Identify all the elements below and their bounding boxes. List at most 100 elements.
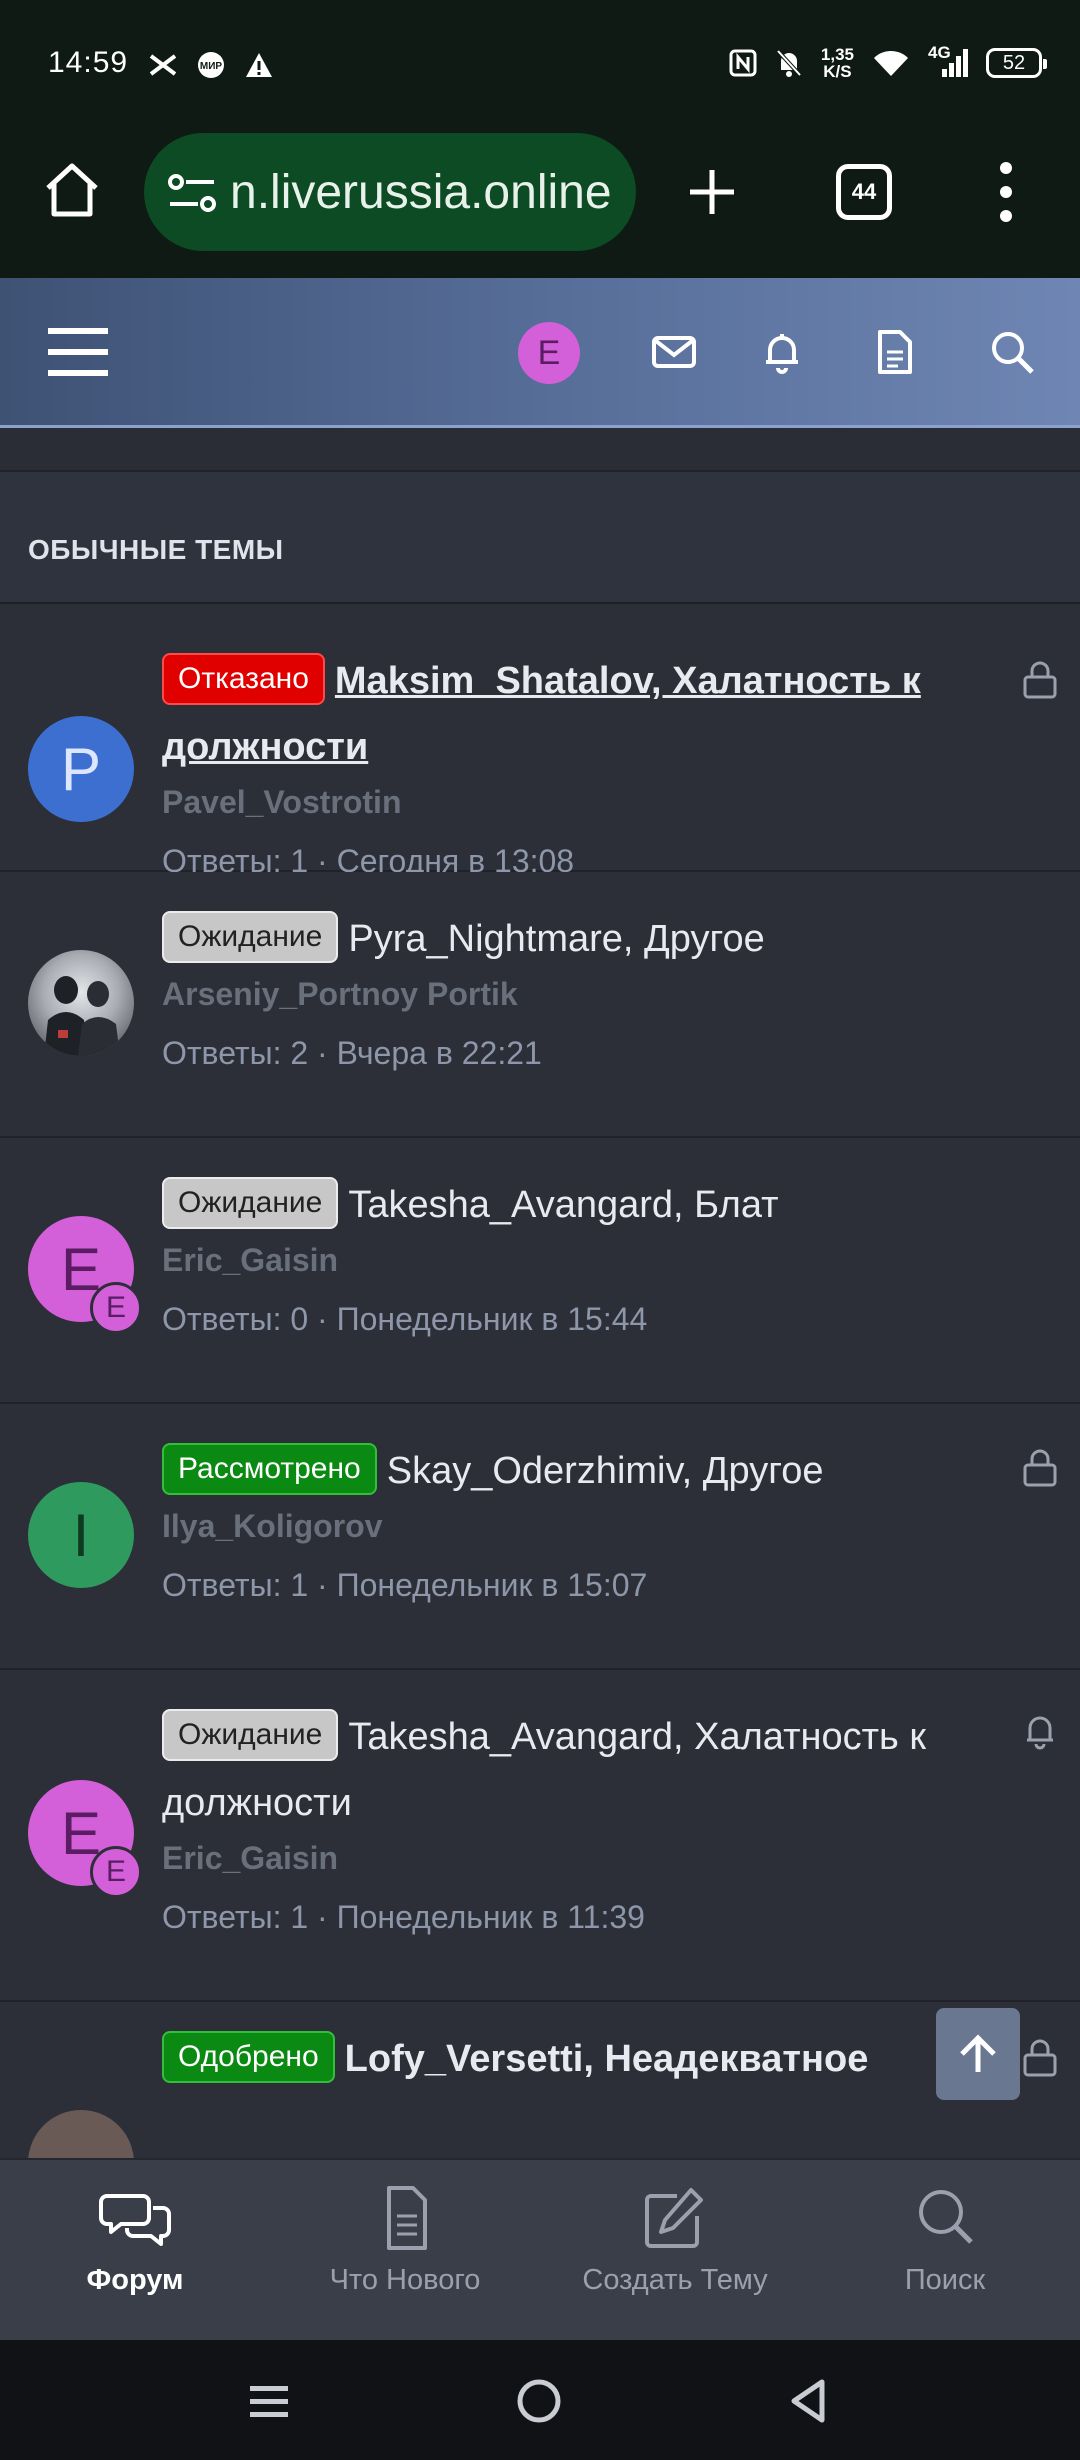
search-icon[interactable] <box>988 328 1036 376</box>
recent-apps-icon[interactable] <box>248 2380 290 2422</box>
user-avatar[interactable]: E <box>518 322 580 384</box>
chat-bubbles-icon <box>99 2194 171 2246</box>
thread-meta: Ответы: 1 · Понедельник в 11:39 <box>162 1899 645 1935</box>
thread-meta: Ответы: 0 · Понедельник в 15:44 <box>162 1301 648 1337</box>
thread-title-continued[interactable]: должности <box>162 714 1002 780</box>
thread-author[interactable]: Arseniy_Portnoy Portik <box>162 976 1002 1013</box>
thread-title-continued[interactable]: должности <box>162 1770 1002 1836</box>
avatar-photo <box>44 976 120 1056</box>
thread-title-text[interactable]: Pyra_Nightmare, Другое <box>348 918 764 960</box>
thread-author[interactable]: Eric_Gaisin <box>162 1242 1002 1279</box>
lock-icon <box>1023 2039 1057 2077</box>
document-icon <box>387 2186 427 2250</box>
url-text[interactable]: n.liverussia.online <box>230 165 612 220</box>
lock-icon <box>1023 661 1057 699</box>
thread-body: Ожидание Pyra_Nightmare, Другое Arseniy_P… <box>162 906 1002 1072</box>
thread-item[interactable]: E E Ожидание Takesha_Avangard, Халатность… <box>0 1670 1080 2002</box>
more-menu-icon[interactable] <box>996 160 1016 224</box>
nav-forum-label: Форум <box>86 2264 184 2296</box>
mute-bell-icon <box>776 49 802 77</box>
thread-author[interactable]: Pavel_Vostrotin <box>162 784 1002 821</box>
svg-text:МИР: МИР <box>200 61 223 72</box>
scroll-to-top-button[interactable] <box>936 2008 1020 2100</box>
tab-switcher-button[interactable]: 44 <box>836 164 892 220</box>
thread-title-text[interactable]: Takesha_Avangard, Халатность к <box>348 1716 926 1758</box>
nav-whats-new[interactable]: Что Нового <box>270 2186 540 2297</box>
back-icon[interactable] <box>788 2378 828 2424</box>
thread-list-area: ОБЫЧНЫЕ ТЕМЫ P Отказано Maksim_Shatalov, … <box>0 428 1080 2158</box>
bottom-navigation: Форум Что Нового Создать Тему Поиск <box>0 2158 1080 2342</box>
browser-toolbar: n.liverussia.online 44 <box>0 120 1080 278</box>
hamburger-menu-icon[interactable] <box>48 326 108 378</box>
thread-title[interactable]: Отказано Maksim_Shatalov, Халатность к <box>162 648 1002 714</box>
thread-author[interactable]: Eric_Gaisin <box>162 1840 1002 1877</box>
thread-title[interactable]: Ожидание Takesha_Avangard, Халатность к <box>162 1704 1002 1770</box>
url-bar[interactable]: n.liverussia.online <box>144 133 636 251</box>
thread-title[interactable]: Ожидание Takesha_Avangard, Блат <box>162 1172 1002 1238</box>
mail-icon[interactable] <box>650 328 698 376</box>
status-badge: Ожидание <box>162 1176 339 1229</box>
home-circle-icon[interactable] <box>516 2378 562 2424</box>
notification-icons: МИР <box>148 50 274 80</box>
nav-search[interactable]: Поиск <box>810 2186 1080 2297</box>
thread-title-text[interactable]: Maksim_Shatalov, Халатность к <box>335 660 921 702</box>
net-speed-value: 1,35 <box>820 45 854 64</box>
lock-icon <box>1023 1449 1057 1487</box>
system-navigation-bar <box>0 2340 1080 2460</box>
thread-body: Одобрено Lofy_Versetti, Неадекватное <box>162 2026 1002 2092</box>
avatar[interactable] <box>28 950 134 1056</box>
nav-forum[interactable]: Форум <box>0 2186 270 2297</box>
new-tab-icon[interactable] <box>686 166 738 218</box>
thread-title-text[interactable]: Lofy_Versetti, Неадекватное <box>345 2038 869 2080</box>
thread-body: Рассмотрено Skay_Oderzhimiv, Другое Ilya_… <box>162 1438 1002 1604</box>
arrow-up-icon <box>960 2034 996 2072</box>
tab-count: 44 <box>851 179 877 204</box>
nav-create-thread-label: Создать Тему <box>582 2264 768 2296</box>
nav-create-thread[interactable]: Создать Тему <box>540 2186 810 2297</box>
thread-body: Отказано Maksim_Shatalov, Халатность к до… <box>162 648 1002 880</box>
thread-title[interactable]: Одобрено Lofy_Versetti, Неадекватное <box>162 2026 1002 2092</box>
site-settings-icon[interactable] <box>166 171 218 215</box>
avatar-badge-letter: E <box>105 1291 126 1324</box>
bell-icon[interactable] <box>758 328 806 376</box>
thread-title[interactable]: Рассмотрено Skay_Oderzhimiv, Другое <box>162 1438 1002 1504</box>
thread-item[interactable]: P Отказано Maksim_Shatalov, Халатность к … <box>0 604 1080 879</box>
avatar[interactable] <box>28 2110 134 2158</box>
thread-meta: Ответы: 2 · Вчера в 22:21 <box>162 1035 542 1071</box>
avatar-letter: I <box>72 1501 90 1569</box>
status-badge: Ожидание <box>162 910 339 963</box>
warning-icon <box>244 50 274 80</box>
battery-level: 52 <box>1002 51 1026 74</box>
status-right-icons: 1,35 K/S 4G 52 <box>729 43 1047 81</box>
edit-icon <box>645 2188 703 2248</box>
home-icon[interactable] <box>42 160 102 220</box>
cellular-signal-icon: 4G <box>928 43 968 79</box>
thread-title-text[interactable]: Skay_Oderzhimiv, Другое <box>387 1450 824 1492</box>
net-speed-unit: K/S <box>823 62 852 81</box>
thread-item[interactable]: E E Ожидание Takesha_Avangard, Блат Eric_… <box>0 1138 1080 1404</box>
capcut-icon <box>148 50 178 80</box>
document-icon[interactable] <box>870 328 918 376</box>
status-badge: Рассмотрено <box>162 1442 377 1495</box>
section-title: ОБЫЧНЫЕ ТЕМЫ <box>28 534 284 565</box>
user-avatar-initial: E <box>537 333 561 372</box>
thread-title-text[interactable]: Takesha_Avangard, Блат <box>348 1184 778 1226</box>
thread-item[interactable]: Ожидание Pyra_Nightmare, Другое Arseniy_P… <box>0 872 1080 1138</box>
avatar[interactable]: P <box>28 716 134 822</box>
status-time: 14:59 <box>48 46 129 79</box>
avatar[interactable]: I <box>28 1482 134 1588</box>
status-badge: Ожидание <box>162 1708 339 1761</box>
search-icon <box>919 2190 973 2244</box>
mir-icon: МИР <box>196 50 226 80</box>
avatar-badge: E <box>90 1846 142 1898</box>
wifi-icon <box>874 50 908 76</box>
nav-search-label: Поиск <box>904 2264 986 2296</box>
thread-item[interactable]: Одобрено Lofy_Versetti, Неадекватное <box>0 2002 1080 2158</box>
thread-title[interactable]: Ожидание Pyra_Nightmare, Другое <box>162 906 1002 972</box>
thread-item[interactable]: I Рассмотрено Skay_Oderzhimiv, Другое Ily… <box>0 1404 1080 1670</box>
thread-author[interactable]: Ilya_Koligorov <box>162 1508 1002 1545</box>
site-header: E <box>0 278 1080 428</box>
status-bar: 14:59 МИР 1,35 K/S 4G 52 <box>0 0 1080 120</box>
avatar-letter: P <box>60 735 102 803</box>
nfc-icon <box>729 49 757 77</box>
